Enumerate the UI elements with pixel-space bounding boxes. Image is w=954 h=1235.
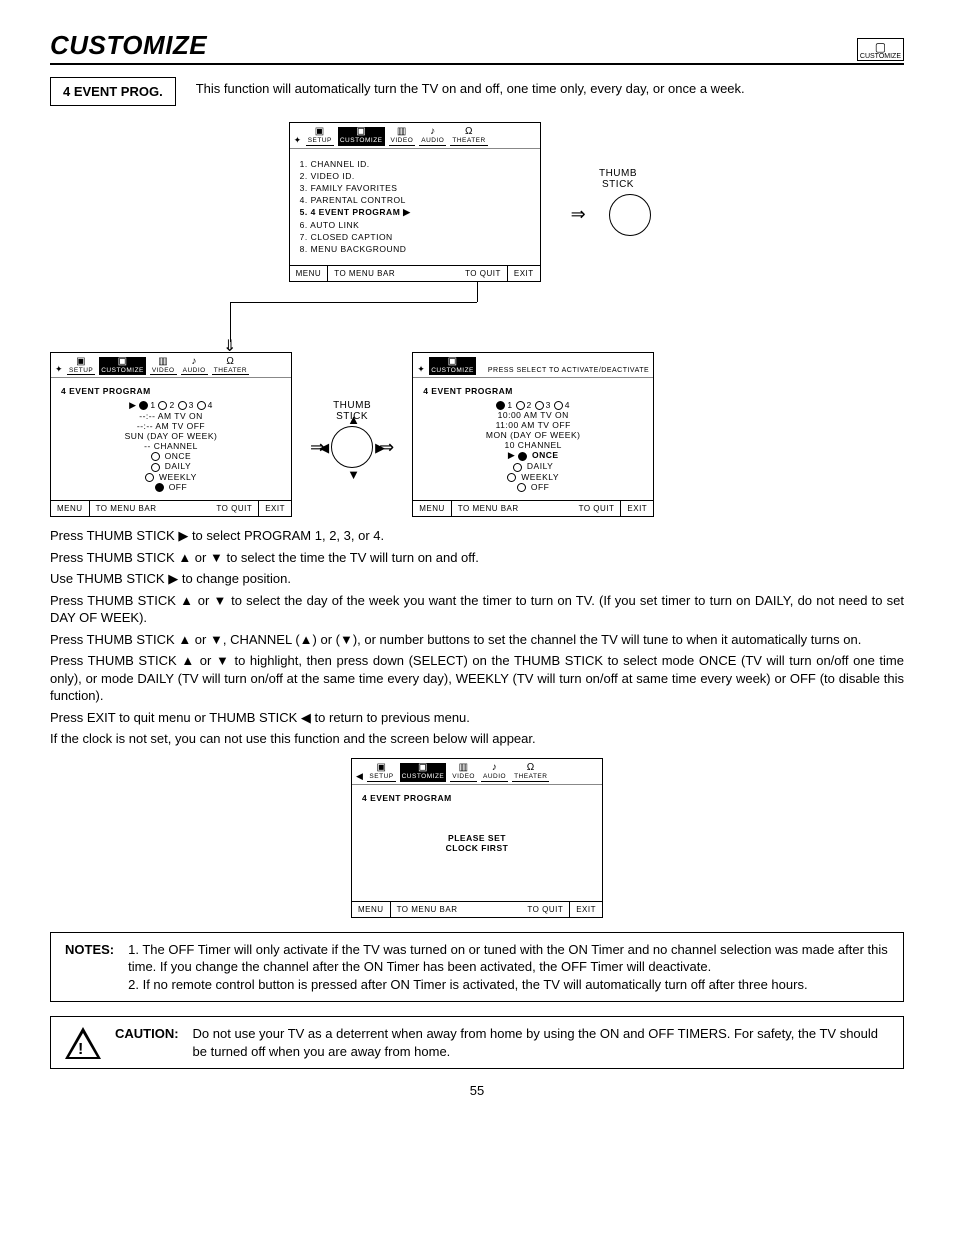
menu-list: 1. CHANNEL ID. 2. VIDEO ID. 3. FAMILY FA… bbox=[290, 149, 540, 265]
page-number: 55 bbox=[50, 1083, 904, 1098]
page-title: CUSTOMIZE bbox=[50, 30, 207, 61]
flow-arrow-down-icon: ⇓ bbox=[223, 336, 236, 356]
section-intro: This function will automatically turn th… bbox=[196, 77, 904, 96]
osd-screen-3: ✦ ▣CUSTOMIZE PRESS SELECT TO ACTIVATE/DE… bbox=[412, 352, 654, 518]
thumb-stick-1: THUMB STICK ⇒ bbox=[571, 168, 666, 236]
section-label: 4 EVENT PROG. bbox=[50, 77, 176, 106]
osd-screen-4: ◀ ▣SETUP ▣CUSTOMIZE ▥VIDEO ♪AUDIO ΩTHEAT… bbox=[351, 758, 603, 918]
warning-icon: ! bbox=[65, 1027, 101, 1059]
osd-screen-2: ✦ ▣SETUP ▣CUSTOMIZE ▥VIDEO ♪AUDIO ΩTHEAT… bbox=[50, 352, 292, 518]
caution-box: ! CAUTION: Do not use your TV as a deter… bbox=[50, 1016, 904, 1069]
instructions: Press THUMB STICK ▶ to select PROGRAM 1,… bbox=[50, 527, 904, 748]
osd-screen-1: ✦ ▣SETUP ▣CUSTOMIZE ▥VIDEO ♪AUDIO ΩTHEAT… bbox=[289, 122, 541, 282]
thumb-stick-2: THUMB STICK ⇒ ▲ ▼ ◀ ▶ ⇒ bbox=[310, 400, 394, 468]
notes-box: NOTES: 1. The OFF Timer will only activa… bbox=[50, 932, 904, 1003]
customize-corner-icon: ▢CUSTOMIZE bbox=[857, 38, 904, 61]
